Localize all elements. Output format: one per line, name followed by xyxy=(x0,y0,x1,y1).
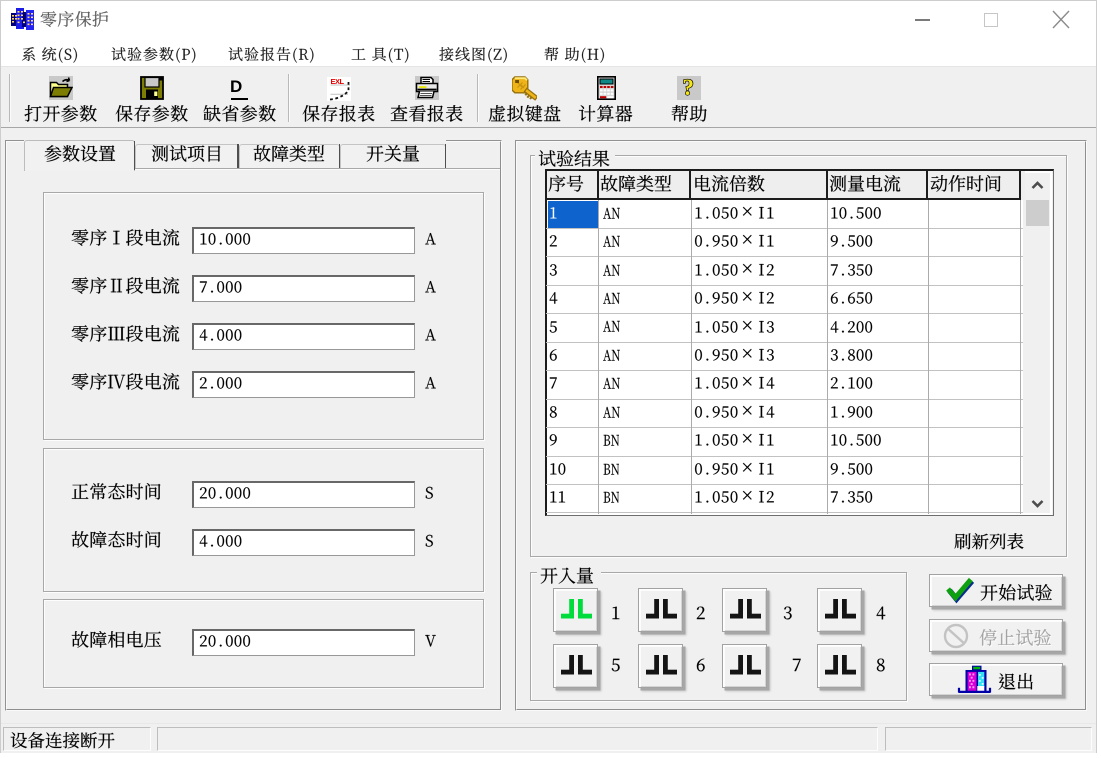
svg-text:?: ? xyxy=(683,76,695,100)
